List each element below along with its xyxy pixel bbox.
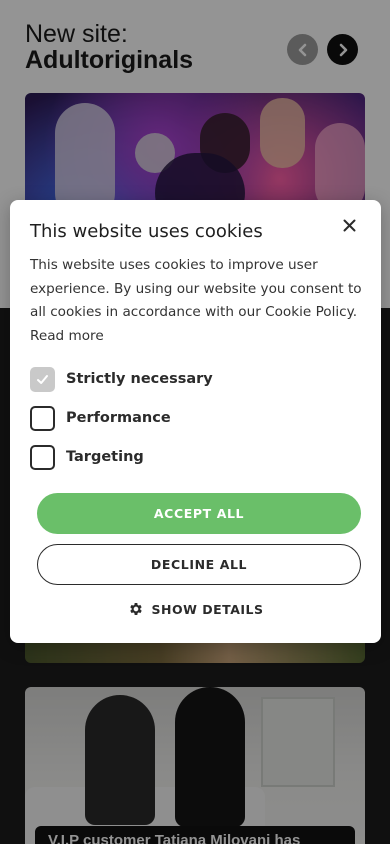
option-strictly-necessary: Strictly necessary: [30, 366, 213, 392]
show-details-button[interactable]: SHOW DETAILS: [10, 598, 381, 620]
read-more-link[interactable]: Read more: [30, 328, 104, 344]
dialog-body-text: This website uses cookies to improve use…: [30, 257, 362, 320]
checkbox-strictly-necessary: [30, 366, 55, 392]
option-targeting[interactable]: Targeting: [30, 444, 144, 470]
dialog-title: This website uses cookies: [30, 221, 263, 242]
close-icon: [343, 219, 355, 231]
decline-all-button[interactable]: DECLINE ALL: [37, 544, 361, 585]
checkmark-icon: [37, 374, 48, 384]
accept-all-button[interactable]: ACCEPT ALL: [37, 493, 361, 534]
option-label: Targeting: [66, 449, 144, 465]
show-details-label: SHOW DETAILS: [151, 601, 264, 617]
option-label: Strictly necessary: [66, 371, 213, 387]
checkbox-targeting[interactable]: [30, 444, 55, 470]
option-performance[interactable]: Performance: [30, 405, 171, 431]
option-label: Performance: [66, 410, 171, 426]
close-button[interactable]: [337, 213, 361, 237]
dialog-body: This website uses cookies to improve use…: [30, 254, 362, 348]
checkbox-performance[interactable]: [30, 405, 55, 431]
cookie-consent-dialog: This website uses cookies This website u…: [10, 200, 381, 643]
gear-icon: [129, 603, 142, 615]
